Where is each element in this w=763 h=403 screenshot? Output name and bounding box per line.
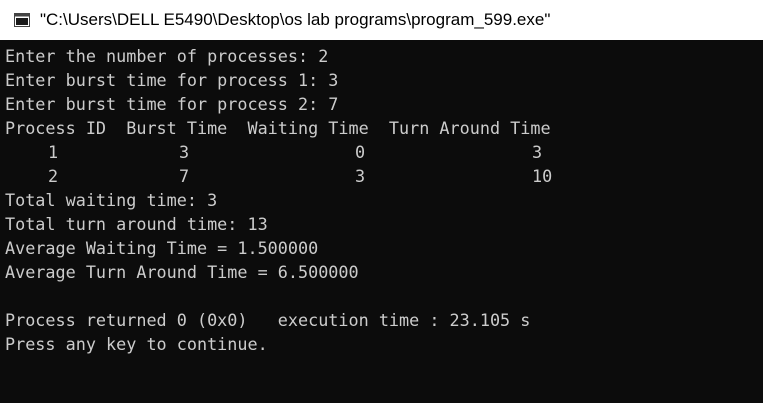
console-window-icon (14, 13, 30, 27)
cell-process-id: 1 (48, 142, 59, 162)
table-row: 1 3 0 3 (5, 140, 551, 164)
window-title: "C:\Users\DELL E5490\Desktop\os lab prog… (40, 10, 551, 29)
cell-burst-time: 3 (179, 142, 190, 162)
summary-total-waiting: Total waiting time: 3 (5, 190, 218, 210)
console-text: Enter the number of processes: 2 Enter b… (5, 44, 553, 356)
cell-turnaround-time: 10 (532, 166, 553, 186)
press-any-key-line: Press any key to continue. (5, 334, 268, 354)
prompt-line-burst-1: Enter burst time for process 1: 3 (5, 70, 339, 90)
console-window: "C:\Users\DELL E5490\Desktop\os lab prog… (0, 0, 763, 403)
cell-waiting-time: 0 (355, 142, 366, 162)
cell-waiting-time: 3 (355, 166, 366, 186)
table-row: 2 7 3 10 (5, 164, 553, 188)
cell-burst-time: 7 (179, 166, 190, 186)
process-return-line: Process returned 0 (0x0) execution time … (5, 310, 531, 330)
console-output-area[interactable]: Enter the number of processes: 2 Enter b… (0, 40, 763, 403)
cell-turnaround-time: 3 (532, 142, 543, 162)
summary-average-turnaround: Average Turn Around Time = 6.500000 (5, 262, 359, 282)
summary-total-turnaround: Total turn around time: 13 (5, 214, 268, 234)
prompt-line-process-count: Enter the number of processes: 2 (5, 46, 329, 66)
cell-process-id: 2 (48, 166, 59, 186)
summary-average-waiting: Average Waiting Time = 1.500000 (5, 238, 319, 258)
prompt-line-burst-2: Enter burst time for process 2: 7 (5, 94, 339, 114)
title-bar[interactable]: "C:\Users\DELL E5490\Desktop\os lab prog… (0, 0, 763, 40)
table-header: Process ID Burst Time Waiting Time Turn … (5, 118, 551, 138)
